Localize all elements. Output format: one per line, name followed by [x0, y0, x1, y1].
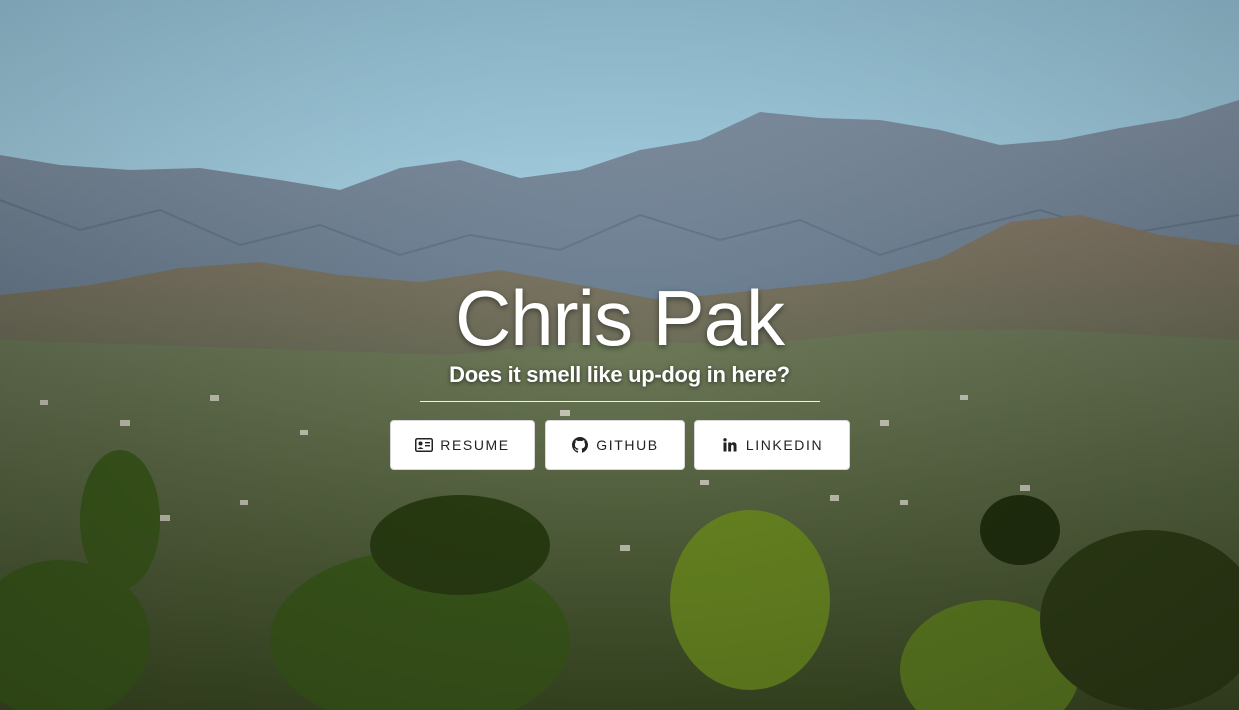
social-buttons: RESUME GITHUB LINKEDIN: [0, 420, 1239, 472]
github-button-label: GITHUB: [596, 437, 659, 453]
hero-divider: [420, 401, 820, 402]
id-card-icon: [415, 436, 434, 454]
github-button[interactable]: GITHUB: [545, 420, 685, 470]
linkedin-icon: [721, 436, 739, 454]
hero-name: Chris Pak: [454, 274, 785, 362]
resume-button-label: RESUME: [440, 437, 510, 453]
hero-tagline: Does it smell like up-dog in here?: [449, 362, 790, 387]
linkedin-button-label: LINKEDIN: [745, 437, 824, 453]
hero-content: Chris Pak Does it smell like up-dog in h…: [0, 0, 1239, 710]
github-icon: [571, 436, 589, 454]
linkedin-button[interactable]: LINKEDIN: [694, 420, 850, 470]
resume-button[interactable]: RESUME: [390, 420, 535, 470]
hero-section: Chris Pak Does it smell like up-dog in h…: [0, 0, 1239, 710]
